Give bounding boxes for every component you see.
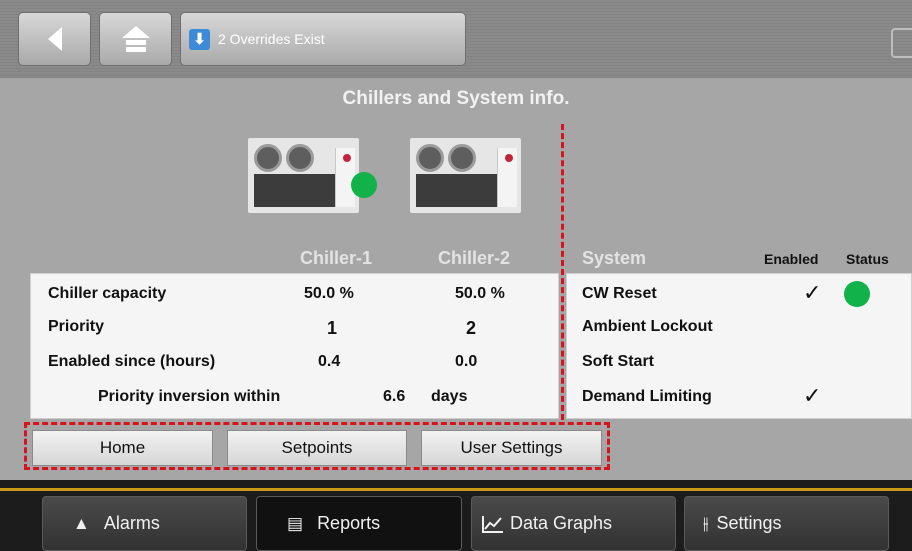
system-item-ambient-lockout: Ambient Lockout bbox=[582, 318, 713, 335]
cw-reset-status-indicator bbox=[844, 281, 870, 307]
settings-nav-label: Settings bbox=[716, 513, 782, 533]
system-header: System bbox=[582, 248, 647, 268]
back-button[interactable] bbox=[18, 12, 91, 66]
chat-icon[interactable] bbox=[891, 28, 912, 58]
data-graphs-nav-button[interactable]: Data Graphs bbox=[471, 496, 676, 551]
data-graphs-nav-label: Data Graphs bbox=[510, 513, 613, 533]
page-title: Chillers and System info. bbox=[342, 88, 570, 109]
priority-inversion-value: 6.6 bbox=[383, 388, 406, 405]
reports-nav-label: Reports bbox=[317, 513, 381, 533]
chiller-1-header: Chiller-1 bbox=[300, 248, 373, 268]
setpoints-button[interactable]: Setpoints bbox=[227, 430, 407, 466]
enabled-since-label: Enabled since (hours) bbox=[48, 353, 216, 370]
chiller-1-image bbox=[248, 138, 359, 213]
priority-label: Priority bbox=[48, 318, 105, 335]
chiller-2-header: Chiller-2 bbox=[438, 248, 511, 268]
chiller-1-status-indicator bbox=[351, 172, 377, 198]
priority-inversion-label: Priority inversion within bbox=[98, 388, 281, 405]
download-arrow-icon: ⬇ bbox=[189, 28, 210, 50]
chiller-1-enabled-since: 0.4 bbox=[318, 353, 341, 370]
priority-inversion-unit: days bbox=[431, 388, 468, 405]
system-item-demand-limiting: Demand Limiting bbox=[582, 388, 712, 405]
accent-line bbox=[0, 488, 912, 491]
sliders-icon: ⫲ bbox=[703, 513, 709, 533]
reports-nav-button[interactable]: ▤ Reports bbox=[256, 496, 462, 551]
settings-nav-button[interactable]: ⫲ Settings bbox=[684, 496, 889, 551]
enabled-header: Enabled bbox=[764, 251, 819, 267]
user-settings-button[interactable]: User Settings bbox=[421, 430, 602, 466]
chiller-2-image bbox=[410, 138, 521, 213]
report-icon: ▤ bbox=[287, 513, 304, 533]
cw-reset-enabled-check-icon: ✓ bbox=[803, 280, 822, 305]
status-header: Status bbox=[846, 251, 889, 267]
chiller-1-priority: 1 bbox=[327, 318, 338, 338]
alarms-nav-button[interactable]: ▲ Alarms bbox=[42, 496, 247, 551]
system-item-cw-reset: CW Reset bbox=[582, 285, 657, 302]
overrides-label: 2 Overrides Exist bbox=[218, 31, 325, 47]
chiller-2-priority: 2 bbox=[466, 318, 477, 338]
overrides-button[interactable]: ⬇ 2 Overrides Exist bbox=[180, 12, 466, 66]
bell-icon: ▲ bbox=[73, 513, 90, 533]
highlight-divider bbox=[561, 124, 564, 420]
home-button[interactable] bbox=[99, 12, 172, 66]
chiller-1-capacity: 50.0 % bbox=[304, 285, 354, 302]
capacity-label: Chiller capacity bbox=[48, 285, 167, 302]
chiller-2-capacity: 50.0 % bbox=[455, 285, 505, 302]
home-subnav-button[interactable]: Home bbox=[32, 430, 213, 466]
chiller-2-enabled-since: 0.0 bbox=[455, 353, 478, 370]
system-item-soft-start: Soft Start bbox=[582, 353, 654, 370]
home-icon bbox=[121, 26, 150, 52]
alarms-nav-label: Alarms bbox=[103, 513, 160, 533]
back-arrow-icon bbox=[47, 27, 62, 51]
graph-icon bbox=[482, 515, 503, 533]
demand-limiting-enabled-check-icon: ✓ bbox=[803, 383, 822, 408]
